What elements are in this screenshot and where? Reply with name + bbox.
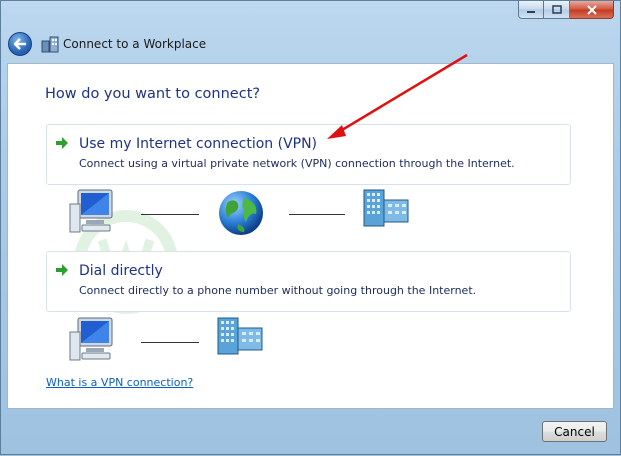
option-vpn-description: Connect using a virtual private network … <box>79 157 515 170</box>
minimize-icon <box>527 10 535 13</box>
close-button[interactable] <box>570 1 614 19</box>
navigation-bar: Connect to a Workplace <box>1 29 620 63</box>
back-button[interactable] <box>8 32 32 56</box>
option-dial-directly[interactable]: Dial directly Connect directly to a phon… <box>46 251 571 312</box>
what-is-vpn-link[interactable]: What is a VPN connection? <box>46 376 193 389</box>
green-arrow-icon <box>56 137 68 149</box>
connection-line <box>289 214 345 215</box>
back-arrow-icon <box>13 38 26 50</box>
globe-icon <box>219 191 263 235</box>
workplace-network-icon <box>41 36 59 53</box>
connection-line <box>141 342 199 343</box>
computer-icon <box>69 317 113 361</box>
cancel-button[interactable]: Cancel <box>542 421 607 442</box>
caption-buttons <box>518 1 614 19</box>
page-heading: How do you want to connect? <box>45 86 261 102</box>
content-pane: How do you want to connect? Use my Inter… <box>7 63 614 409</box>
option-dial-title: Dial directly <box>79 263 163 279</box>
maximize-button[interactable] <box>544 1 570 19</box>
option-dial-description: Connect directly to a phone number witho… <box>79 284 477 297</box>
close-icon <box>586 4 597 15</box>
title-bar[interactable] <box>1 1 620 29</box>
computer-icon <box>69 189 113 233</box>
option-vpn[interactable]: Use my Internet connection (VPN) Connect… <box>46 124 571 185</box>
office-building-icon <box>363 189 409 227</box>
connect-to-workplace-window: Connect to a Workplace How do you want t… <box>0 0 621 455</box>
office-building-icon <box>217 317 263 355</box>
maximize-icon <box>551 5 562 14</box>
option-vpn-title: Use my Internet connection (VPN) <box>79 136 318 152</box>
minimize-button[interactable] <box>518 1 544 19</box>
green-arrow-icon <box>56 264 68 276</box>
connection-line <box>141 214 199 215</box>
window-title: Connect to a Workplace <box>63 37 207 51</box>
